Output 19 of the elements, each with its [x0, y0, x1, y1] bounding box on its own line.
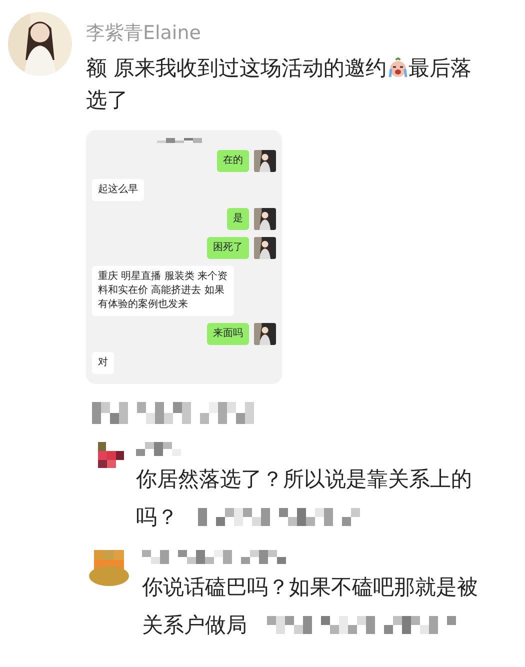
author-name: 李紫青Elaine — [86, 21, 202, 46]
chat-bubble: 困死了 — [207, 237, 249, 259]
pixelated-mosaic — [136, 442, 184, 456]
pixelated-avatar-icon — [98, 442, 124, 468]
comment-text: 选了 — [86, 87, 128, 114]
pixelated-avatar-icon — [88, 550, 130, 586]
comment-text: 最后落 — [408, 55, 472, 82]
crying-face-icon — [386, 57, 409, 79]
chat-bubble: 起这么早 — [92, 179, 144, 201]
chat-bubble: 对 — [92, 352, 114, 374]
reply-text: 你说话磕巴吗？如果不磕吧那就是被 — [142, 574, 478, 601]
chat-bubble: 来面吗 — [207, 323, 249, 345]
reply-text: 关系户做局 — [142, 612, 247, 639]
chat-bubble: 是 — [227, 208, 249, 230]
reply-text: 吗？ — [136, 504, 178, 531]
reply-text: 你居然落选了？所以说是靠关系上的 — [136, 466, 472, 493]
comment-text: 额 原来我收到过这场活动的邀约 — [86, 55, 387, 82]
chat-bubble: 重庆 明星直播 服装类 来个资料和实在价 高能挤进去 如果有体验的案例也发来 — [92, 266, 234, 316]
chat-bubble: 在的 — [217, 150, 249, 172]
